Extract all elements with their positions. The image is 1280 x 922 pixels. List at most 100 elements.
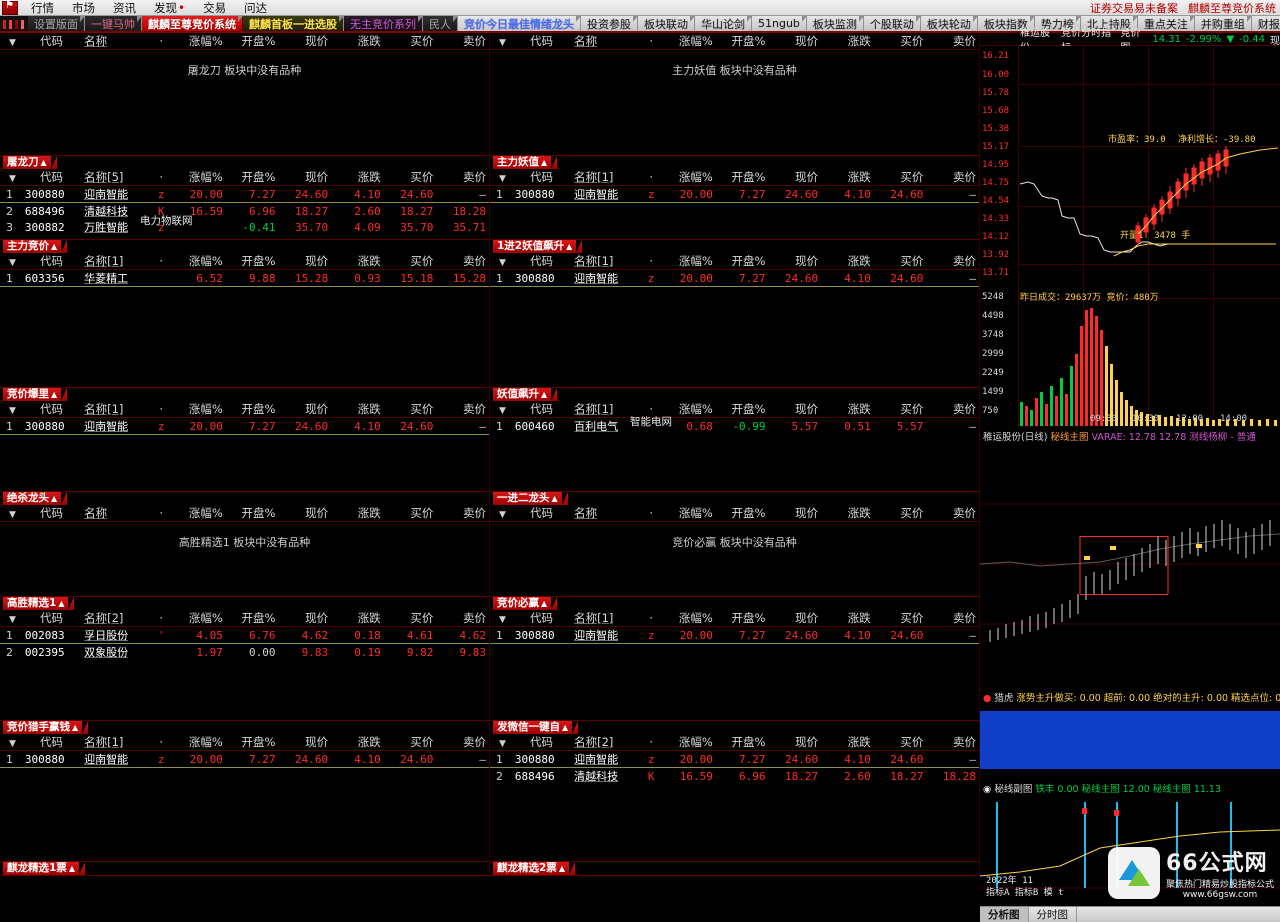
panel-title-p-yaozhi-biaosheng[interactable]: 妖值飙升 ▲ <box>493 388 559 401</box>
col-open-pct[interactable]: 开盘% <box>715 401 769 418</box>
col-bid[interactable]: 买价 <box>873 734 927 751</box>
col-diff[interactable]: 涨跌 <box>821 33 874 50</box>
table-row[interactable]: 2 688496 清越科技 K 16.59 6.96 18.27 2.60 18.27 18.28 <box>490 768 979 785</box>
col-name[interactable]: 名称[1] <box>571 169 640 186</box>
col-sort-caret[interactable]: ▼ <box>0 253 22 270</box>
col-price[interactable]: 现价 <box>278 33 332 50</box>
col-sort-caret[interactable]: ▼ <box>0 33 22 50</box>
col-sort-caret[interactable]: ▼ <box>490 610 512 627</box>
col-bid[interactable]: 买价 <box>383 734 437 751</box>
col-change-pct[interactable]: 涨幅% <box>173 401 226 418</box>
tab-sector-monitor[interactable]: 板块监测 <box>806 16 864 31</box>
table-row[interactable]: 2 002395 双象股份 1.97 0.00 9.83 0.19 9.82 9.83 <box>0 644 489 661</box>
tab-sector-linkage[interactable]: 板块联动 <box>638 16 695 31</box>
bottom-indicator-chart[interactable]: 2022年 11 指标A 指标B 模 t 66公式网 聚焦热门精易炒股指标公式 … <box>980 796 1280 906</box>
panel-collapse-icon[interactable]: ▲ <box>562 723 568 732</box>
panel-collapse-icon[interactable]: ▲ <box>51 494 57 503</box>
col-open-pct[interactable]: 开盘% <box>225 169 279 186</box>
col-diff[interactable]: 涨跌 <box>821 401 874 418</box>
panel-collapse-icon[interactable]: ▲ <box>41 158 47 167</box>
col-ask[interactable]: 卖价 <box>926 33 979 50</box>
col-ask[interactable]: 卖价 <box>926 401 979 418</box>
col-mark[interactable]: · <box>639 610 664 627</box>
col-code[interactable]: 代码 <box>21 610 82 627</box>
col-price[interactable]: 现价 <box>768 253 822 270</box>
col-code[interactable]: 代码 <box>21 33 82 50</box>
daily-kline-chart[interactable] <box>980 444 1280 689</box>
col-change-pct[interactable]: 涨幅% <box>173 33 226 50</box>
table-row[interactable]: 1 300880 迎南智能 z 20.00 7.27 24.60 4.10 24.60– <box>0 417 489 435</box>
col-name[interactable]: 名称[1] <box>81 253 150 270</box>
panel-title-p-jingjia-baoliang[interactable]: 竞价爆里 ▲ <box>3 388 69 401</box>
panel-title-p-zhuli-yaozhi[interactable]: 主力妖值 ▲ <box>493 156 559 169</box>
table-row[interactable]: 1 603356 华菱精工 6.52 9.88 15.28 0.93 15.18 15.28 <box>0 269 489 287</box>
col-change-pct[interactable]: 涨幅% <box>173 734 226 751</box>
col-sort-caret[interactable]: ▼ <box>0 401 22 418</box>
panel-title-p-jingjia-liesho[interactable]: 竞价猎手赢钱 ▲ <box>3 721 90 734</box>
tab-sector-rotation[interactable]: 板块轮动 <box>920 16 978 31</box>
col-bid[interactable]: 买价 <box>873 505 927 522</box>
col-code[interactable]: 代码 <box>511 610 572 627</box>
panel-collapse-icon[interactable]: ▲ <box>541 599 547 608</box>
menu-item-faxian[interactable]: 发现 <box>145 0 194 16</box>
col-open-pct[interactable]: 开盘% <box>225 734 279 751</box>
table-row[interactable]: 2 688496 清越科技 K 16.59 6.96 18.27 2.60 18.27 18.28 <box>0 203 489 220</box>
col-name[interactable]: 名称[5] <box>81 169 150 186</box>
col-price[interactable]: 现价 <box>768 610 822 627</box>
col-sort-caret[interactable]: ▼ <box>0 169 22 186</box>
col-change-pct[interactable]: 涨幅% <box>173 610 226 627</box>
col-ask[interactable]: 卖价 <box>436 253 489 270</box>
col-diff[interactable]: 涨跌 <box>821 610 874 627</box>
col-bid[interactable]: 买价 <box>873 253 927 270</box>
col-sort-caret[interactable]: ▼ <box>0 734 22 751</box>
col-code[interactable]: 代码 <box>511 33 572 50</box>
col-mark[interactable]: · <box>639 169 664 186</box>
col-price[interactable]: 现价 <box>278 610 332 627</box>
col-sort-caret[interactable]: ▼ <box>0 610 22 627</box>
panel-collapse-icon[interactable]: ▲ <box>51 242 57 251</box>
col-change-pct[interactable]: 涨幅% <box>663 505 716 522</box>
tab-merger[interactable]: 并购重组 <box>1194 16 1252 31</box>
col-diff[interactable]: 涨跌 <box>331 33 384 50</box>
col-price[interactable]: 现价 <box>278 169 332 186</box>
col-diff[interactable]: 涨跌 <box>821 253 874 270</box>
col-mark[interactable]: · <box>639 505 664 522</box>
panel-collapse-icon[interactable]: ▲ <box>541 158 547 167</box>
col-code[interactable]: 代码 <box>511 253 572 270</box>
tab-no-main-series[interactable]: 无主竞价系列 <box>344 16 423 31</box>
col-price[interactable]: 现价 <box>768 401 822 418</box>
col-sort-caret[interactable]: ▼ <box>490 33 512 50</box>
status-tab-intraday[interactable]: 分时图 <box>1029 907 1077 922</box>
col-name[interactable]: 名称[1] <box>81 734 150 751</box>
col-ask[interactable]: 卖价 <box>926 253 979 270</box>
tab-stock-linkage[interactable]: 个股联动 <box>863 16 921 31</box>
col-open-pct[interactable]: 开盘% <box>715 169 769 186</box>
col-bid[interactable]: 买价 <box>383 401 437 418</box>
col-bid[interactable]: 买价 <box>873 169 927 186</box>
col-code[interactable]: 代码 <box>511 734 572 751</box>
col-mark[interactable]: · <box>149 169 174 186</box>
tab-51ngub[interactable]: 51ngub <box>752 16 807 31</box>
col-ask[interactable]: 卖价 <box>436 610 489 627</box>
panel-collapse-icon[interactable]: ▲ <box>552 494 558 503</box>
table-row[interactable]: 1 002083 孚日股份 ' 4.05 6.76 4.62 0.18 4.61 4.62 <box>0 626 489 644</box>
col-name[interactable]: 名称[1] <box>571 401 640 418</box>
col-diff[interactable]: 涨跌 <box>331 734 384 751</box>
col-diff[interactable]: 涨跌 <box>331 401 384 418</box>
col-ask[interactable]: 卖价 <box>436 505 489 522</box>
col-change-pct[interactable]: 涨幅% <box>173 505 226 522</box>
col-name[interactable]: 名称[2] <box>81 610 150 627</box>
status-tab-analysis[interactable]: 分析图 <box>980 907 1029 922</box>
panel-collapse-icon[interactable]: ▲ <box>566 242 572 251</box>
panel-collapse-icon[interactable]: ▲ <box>58 599 64 608</box>
table-row[interactable]: 1 300880 迎南智能 z 20.00 7.27 24.60 4.10 24.60– <box>0 750 489 768</box>
col-price[interactable]: 现价 <box>278 253 332 270</box>
menu-item-jiaoyi[interactable]: 交易 <box>194 0 235 16</box>
table-row[interactable]: 1 300880 迎南智能 z 20.00 7.27 24.60 4.10 24.60– <box>490 269 979 287</box>
col-sort-caret[interactable]: ▼ <box>490 734 512 751</box>
intraday-chart[interactable]: 16.21 16.00 15.78 15.68 15.38 15.17 14.9… <box>980 46 1280 428</box>
col-bid[interactable]: 买价 <box>873 610 927 627</box>
col-price[interactable]: 现价 <box>278 401 332 418</box>
menu-item-hangqing[interactable]: 行情 <box>22 0 63 16</box>
tab-set-layout[interactable]: 设置版面 <box>28 16 85 31</box>
